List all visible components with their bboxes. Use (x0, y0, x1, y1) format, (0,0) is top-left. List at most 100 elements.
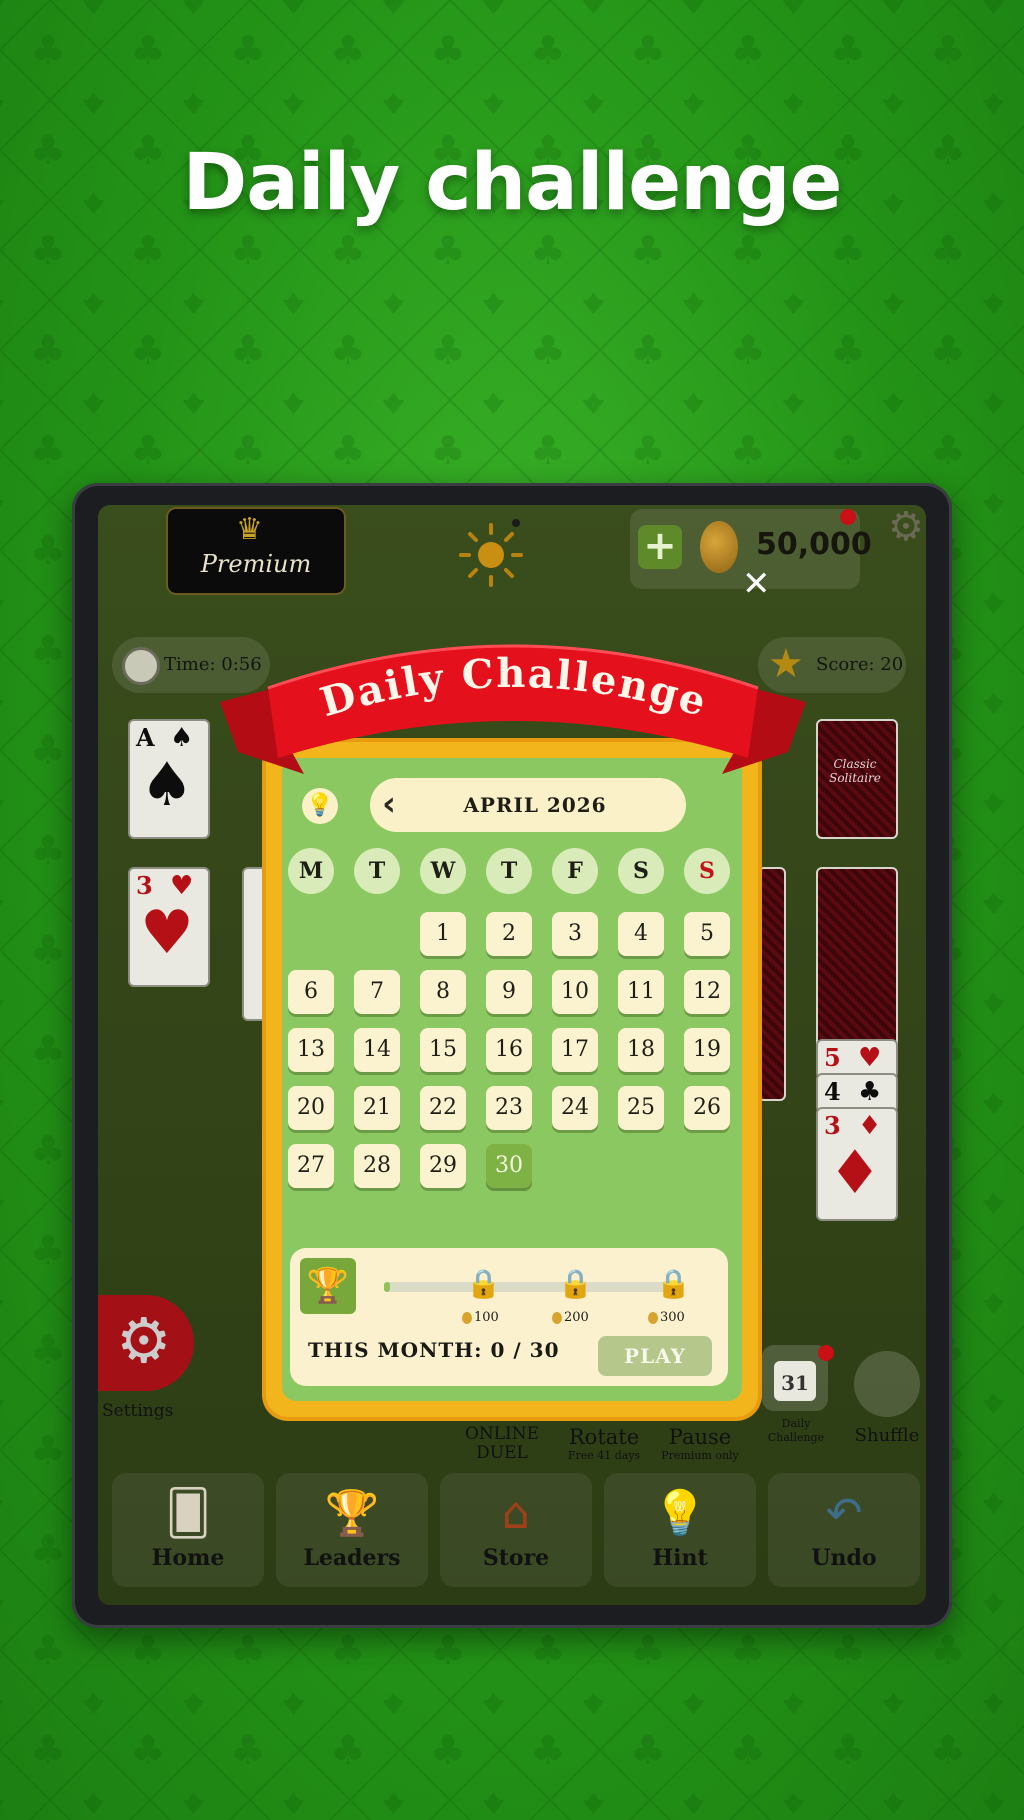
weekday-label: S (618, 848, 664, 894)
calendar-day[interactable]: 4 (618, 912, 664, 956)
calendar-day[interactable]: 25 (618, 1086, 664, 1130)
calendar-day[interactable]: 11 (618, 970, 664, 1014)
calendar-day[interactable]: 13 (288, 1028, 334, 1072)
calendar-day[interactable]: 23 (486, 1086, 532, 1130)
settings-tab[interactable]: ⚙ (98, 1295, 194, 1391)
tableau-card-3-hearts[interactable]: 3 ♥ ♥ (128, 867, 210, 987)
add-coins-button[interactable]: + (638, 525, 682, 569)
calendar-day[interactable]: 1 (420, 912, 466, 956)
coin-icon (462, 1311, 472, 1324)
premium-label: Premium (200, 550, 312, 578)
calendar-day[interactable]: 15 (420, 1028, 466, 1072)
theme-sun-icon[interactable] (456, 517, 526, 587)
online-duel-button[interactable]: ONLINE DUEL (462, 1425, 542, 1463)
pause-button[interactable]: Pause Premium only (650, 1425, 750, 1462)
diamond-icon: ♦ (858, 1111, 882, 1141)
calendar-day[interactable]: 17 (552, 1028, 598, 1072)
tableau-column-hidden (758, 867, 786, 1101)
calendar-day[interactable]: 10 (552, 970, 598, 1014)
nav-hint[interactable]: 💡 Hint (604, 1473, 756, 1587)
trophy-icon: 🏆 (300, 1258, 356, 1314)
calendar-day[interactable]: 19 (684, 1028, 730, 1072)
modal-body: 💡 ‹ APRIL 2026 MTWTFSS 1 2 3 4 5 6 7 8 9 10 11 12 13… (282, 758, 742, 1401)
calendar-icon: 31 (774, 1361, 816, 1401)
calendar-day[interactable]: 3 (552, 912, 598, 956)
heart-icon: ♥ (858, 1043, 882, 1073)
close-modal-button[interactable]: ✕ (742, 567, 771, 601)
nav-store[interactable]: ⌂ Store (440, 1473, 592, 1587)
card-3-diamonds[interactable]: 3 ♦ ♦ (816, 1107, 898, 1221)
calendar-day[interactable]: 18 (618, 1028, 664, 1072)
shuffle-icon[interactable] (854, 1351, 920, 1417)
calendar-day[interactable]: 29 (420, 1144, 466, 1188)
clock-icon (122, 647, 160, 685)
calendar-day[interactable]: 14 (354, 1028, 400, 1072)
calendar-day-selected[interactable]: 30 (486, 1144, 532, 1188)
calendar-day[interactable]: 20 (288, 1086, 334, 1130)
foundation-card-ace-spades[interactable]: A ♠ ♠ (128, 719, 210, 839)
nav-leaders[interactable]: 🏆 Leaders (276, 1473, 428, 1587)
premium-badge[interactable]: ♛ Premium (166, 507, 346, 595)
crown-icon: ♛ (236, 512, 263, 547)
bottom-nav: 🂠 Home 🏆 Leaders ⌂ Store 💡 Hint ↶ Undo (112, 1473, 920, 1589)
score-label: Score: 20 (816, 654, 904, 675)
rotate-button[interactable]: Rotate Free 41 days (560, 1425, 648, 1462)
card-rank: 3 (136, 871, 153, 900)
nav-undo[interactable]: ↶ Undo (768, 1473, 920, 1587)
calendar-day[interactable]: 26 (684, 1086, 730, 1130)
title-ribbon: Daily Challenge (220, 644, 806, 774)
calendar-day[interactable]: 16 (486, 1028, 532, 1072)
calendar-day[interactable]: 12 (684, 970, 730, 1014)
rewards-progress-track (384, 1282, 670, 1292)
weekday-label: W (420, 848, 466, 894)
nav-home[interactable]: 🂠 Home (112, 1473, 264, 1587)
weekday-label: S (684, 848, 730, 894)
diamond-large-icon: ♦ (828, 1138, 882, 1208)
settings-label: Settings (102, 1401, 174, 1421)
stock-pile[interactable]: Classic Solitaire (816, 719, 898, 839)
calendar-day[interactable]: 2 (486, 912, 532, 956)
calendar-day[interactable]: 27 (288, 1144, 334, 1188)
lock-icon: 🔒 (656, 1267, 691, 1300)
cards-icon: 🂠 (165, 1488, 211, 1539)
shuffle-label: Shuffle (854, 1425, 920, 1446)
page-headline: Daily challenge (182, 138, 843, 228)
weekday-label: T (354, 848, 400, 894)
calendar-day[interactable]: 7 (354, 970, 400, 1014)
monthly-rewards-panel: 🏆 🔒 🔒 🔒 100 200 300 THIS MONTH: 0 / 30 P… (290, 1248, 728, 1386)
podium-icon: 🏆 (324, 1488, 380, 1539)
calendar-day[interactable]: 21 (354, 1086, 400, 1130)
calendar-day[interactable]: 22 (420, 1086, 466, 1130)
milestone-reward: 100 (462, 1310, 499, 1325)
heart-large-icon: ♥ (140, 898, 194, 968)
spade-icon: ♠ (170, 723, 194, 753)
club-icon: ♣ (858, 1077, 882, 1107)
weekday-label: M (288, 848, 334, 894)
coin-amount: 50,000 (756, 527, 872, 562)
calendar-day[interactable]: 24 (552, 1086, 598, 1130)
store-icon: ⌂ (502, 1488, 530, 1539)
play-button[interactable]: PLAY (598, 1336, 712, 1376)
calendar-day[interactable]: 28 (354, 1144, 400, 1188)
milestone-reward: 200 (552, 1310, 589, 1325)
lock-icon: 🔒 (558, 1267, 593, 1300)
heart-icon: ♥ (170, 871, 194, 901)
notification-dot (840, 509, 856, 525)
daily-challenge-label: Daily Challenge (767, 1417, 825, 1444)
undo-icon: ↶ (825, 1488, 863, 1539)
daily-challenge-button[interactable]: 31 (762, 1345, 834, 1411)
tableau-face-down-stack (816, 867, 898, 1049)
calendar-day[interactable]: 9 (486, 970, 532, 1014)
calendar-day[interactable]: 8 (420, 970, 466, 1014)
notification-dot (818, 1345, 834, 1361)
calendar-day[interactable]: 6 (288, 970, 334, 1014)
calendar-day[interactable]: 5 (684, 912, 730, 956)
settings-gear-icon[interactable]: ⚙ (888, 507, 924, 547)
coin-icon (552, 1311, 562, 1324)
gear-icon: ⚙ (116, 1304, 172, 1377)
milestone-reward: 300 (648, 1310, 685, 1325)
bulb-icon: 💡 (652, 1488, 708, 1539)
coin-icon (700, 521, 738, 573)
rewards-progress-fill (384, 1282, 390, 1292)
spade-large-icon: ♠ (140, 750, 194, 820)
